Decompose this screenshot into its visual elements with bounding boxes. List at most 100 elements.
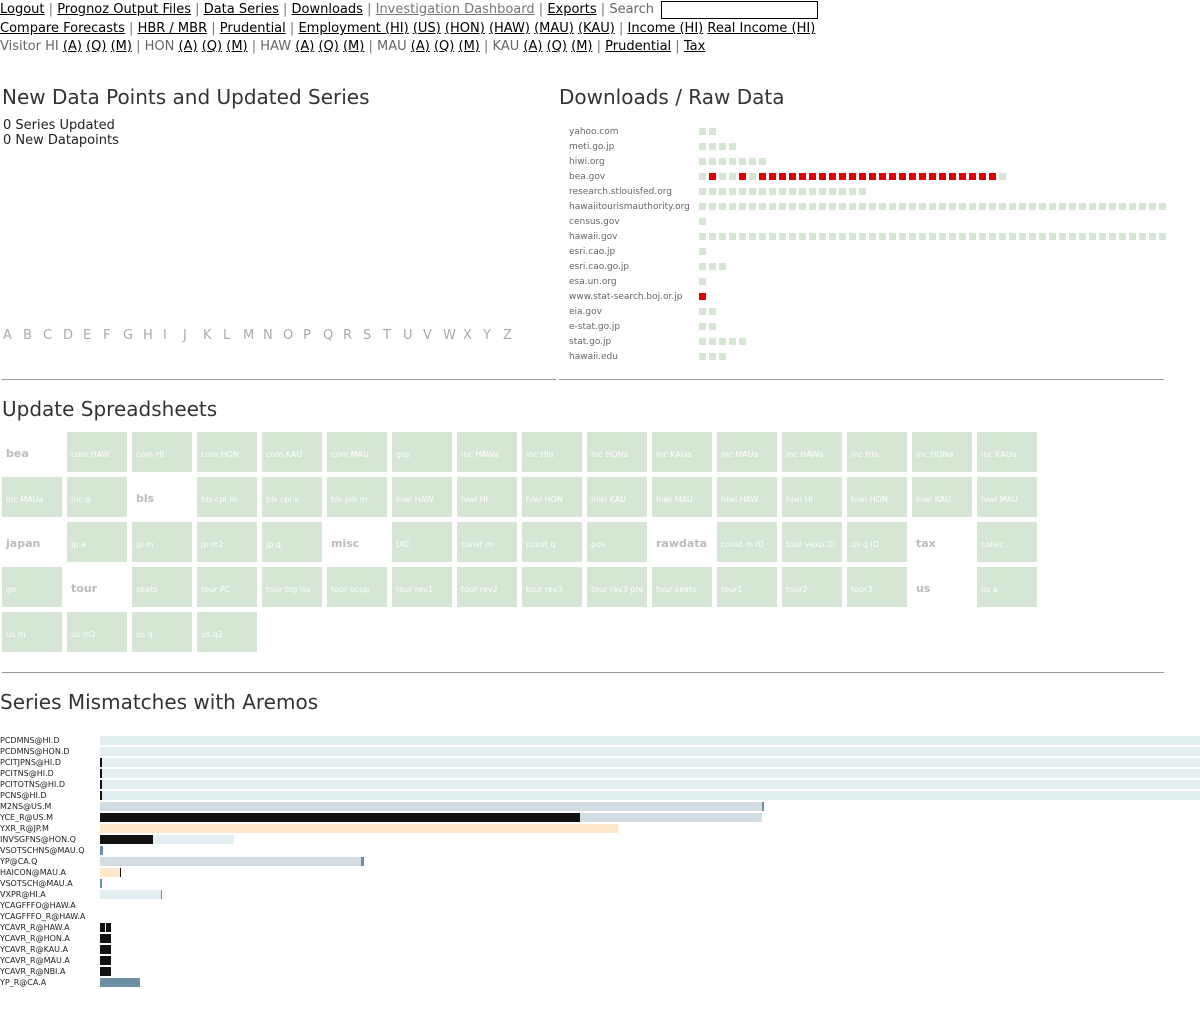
- alphabet-letter[interactable]: Z: [503, 328, 523, 343]
- download-ok-marker[interactable]: [929, 203, 936, 210]
- download-source-name[interactable]: hawaiitourismauthority.org: [569, 202, 690, 212]
- download-ok-marker[interactable]: [829, 233, 836, 240]
- alphabet-letter[interactable]: T: [383, 328, 403, 343]
- download-ok-marker[interactable]: [729, 188, 736, 195]
- mismatch-series-name[interactable]: YXR_R@JP.M: [0, 823, 49, 834]
- download-ok-marker[interactable]: [739, 158, 746, 165]
- download-ok-marker[interactable]: [759, 203, 766, 210]
- download-failed-marker[interactable]: [939, 173, 946, 180]
- download-ok-marker[interactable]: [949, 233, 956, 240]
- alphabet-letter[interactable]: W: [443, 328, 463, 343]
- download-ok-marker[interactable]: [839, 203, 846, 210]
- download-ok-marker[interactable]: [699, 323, 706, 330]
- prudential-link[interactable]: Prudential: [220, 21, 286, 36]
- spreadsheet-tile[interactable]: hiwi HON: [522, 477, 582, 517]
- download-ok-marker[interactable]: [879, 203, 886, 210]
- download-ok-marker[interactable]: [739, 233, 746, 240]
- download-ok-marker[interactable]: [749, 233, 756, 240]
- download-source-name[interactable]: meti.go.jp: [569, 142, 614, 152]
- spreadsheet-tile[interactable]: hiwi HAW: [392, 477, 452, 517]
- employment-mau-link[interactable]: (MAU): [534, 21, 574, 36]
- spreadsheet-tile[interactable]: tour1: [717, 567, 777, 607]
- download-failed-marker[interactable]: [699, 293, 706, 300]
- spreadsheet-tile[interactable]: com HI: [132, 432, 192, 472]
- mismatch-series-name[interactable]: PCITNS@HI.D: [0, 768, 54, 779]
- spreadsheet-tile[interactable]: jp a: [67, 522, 127, 562]
- employment-haw-link[interactable]: (HAW): [489, 21, 530, 36]
- logout-link[interactable]: Logout: [0, 2, 45, 17]
- download-failed-marker[interactable]: [779, 173, 786, 180]
- download-failed-marker[interactable]: [949, 173, 956, 180]
- spreadsheet-tile[interactable]: gsp: [392, 432, 452, 472]
- spreadsheet-tile[interactable]: tour PC: [197, 567, 257, 607]
- download-ok-marker[interactable]: [769, 203, 776, 210]
- spreadsheet-tile[interactable]: jp m2: [197, 522, 257, 562]
- download-ok-marker[interactable]: [1119, 233, 1126, 240]
- download-ok-marker[interactable]: [1009, 203, 1016, 210]
- spreadsheet-tile[interactable]: hiwi HON: [847, 477, 907, 517]
- download-ok-marker[interactable]: [719, 353, 726, 360]
- alphabet-letter[interactable]: F: [103, 328, 123, 343]
- download-ok-marker[interactable]: [699, 263, 706, 270]
- search-input[interactable]: [661, 1, 819, 19]
- spreadsheet-tile[interactable]: const q: [522, 522, 582, 562]
- mismatch-series-name[interactable]: PCITJPNS@HI.D: [0, 757, 61, 768]
- download-ok-marker[interactable]: [809, 233, 816, 240]
- download-ok-marker[interactable]: [939, 203, 946, 210]
- download-ok-marker[interactable]: [709, 233, 716, 240]
- download-ok-marker[interactable]: [819, 188, 826, 195]
- alphabet-letter[interactable]: S: [363, 328, 383, 343]
- download-ok-marker[interactable]: [1119, 203, 1126, 210]
- download-ok-marker[interactable]: [1149, 203, 1156, 210]
- alphabet-letter[interactable]: Q: [323, 328, 343, 343]
- alphabet-letter[interactable]: O: [283, 328, 303, 343]
- employment-hi-link[interactable]: Employment (HI): [298, 21, 408, 36]
- spreadsheet-tile[interactable]: com KAU: [262, 432, 322, 472]
- real-income-hi-link[interactable]: Real Income (HI): [707, 21, 815, 36]
- alphabet-letter[interactable]: J: [183, 328, 203, 343]
- download-ok-marker[interactable]: [699, 203, 706, 210]
- download-ok-marker[interactable]: [839, 233, 846, 240]
- download-ok-marker[interactable]: [789, 188, 796, 195]
- alphabet-letter[interactable]: Y: [483, 328, 503, 343]
- alphabet-letter[interactable]: H: [143, 328, 163, 343]
- spreadsheet-tile[interactable]: us m: [2, 612, 62, 652]
- download-ok-marker[interactable]: [1049, 203, 1056, 210]
- download-ok-marker[interactable]: [809, 188, 816, 195]
- spreadsheet-tile[interactable]: tour rev3: [522, 567, 582, 607]
- mismatch-series-name[interactable]: YCAVR_R@HON.A: [0, 933, 70, 944]
- alphabet-letter[interactable]: B: [23, 328, 43, 343]
- alphabet-letter[interactable]: D: [63, 328, 83, 343]
- exports-link[interactable]: Exports: [547, 2, 596, 17]
- mau-annual-link[interactable]: (A): [411, 39, 430, 54]
- employment-hon-link[interactable]: (HON): [445, 21, 485, 36]
- mismatch-series-name[interactable]: PCITOTNS@HI.D: [0, 779, 65, 790]
- haw-monthly-link[interactable]: (M): [343, 39, 364, 54]
- download-failed-marker[interactable]: [829, 173, 836, 180]
- download-ok-marker[interactable]: [819, 203, 826, 210]
- download-ok-marker[interactable]: [699, 233, 706, 240]
- download-ok-marker[interactable]: [1099, 233, 1106, 240]
- download-ok-marker[interactable]: [1129, 203, 1136, 210]
- download-ok-marker[interactable]: [989, 233, 996, 240]
- download-ok-marker[interactable]: [719, 338, 726, 345]
- download-ok-marker[interactable]: [959, 233, 966, 240]
- download-ok-marker[interactable]: [779, 203, 786, 210]
- download-failed-marker[interactable]: [989, 173, 996, 180]
- spreadsheet-tile[interactable]: com HON: [197, 432, 257, 472]
- download-ok-marker[interactable]: [1139, 203, 1146, 210]
- download-ok-marker[interactable]: [1049, 233, 1056, 240]
- download-ok-marker[interactable]: [699, 218, 706, 225]
- download-ok-marker[interactable]: [739, 338, 746, 345]
- download-ok-marker[interactable]: [869, 203, 876, 210]
- spreadsheet-tile[interactable]: com HAW: [67, 432, 127, 472]
- mismatch-series-name[interactable]: YCAGFFFO_R@HAW.A: [0, 911, 85, 922]
- alphabet-letter[interactable]: N: [263, 328, 283, 343]
- download-failed-marker[interactable]: [789, 173, 796, 180]
- spreadsheet-tile[interactable]: bls cpi m: [197, 477, 257, 517]
- download-ok-marker[interactable]: [1059, 233, 1066, 240]
- spreadsheet-tile[interactable]: com MAU: [327, 432, 387, 472]
- alphabet-letter[interactable]: U: [403, 328, 423, 343]
- download-ok-marker[interactable]: [709, 308, 716, 315]
- download-failed-marker[interactable]: [839, 173, 846, 180]
